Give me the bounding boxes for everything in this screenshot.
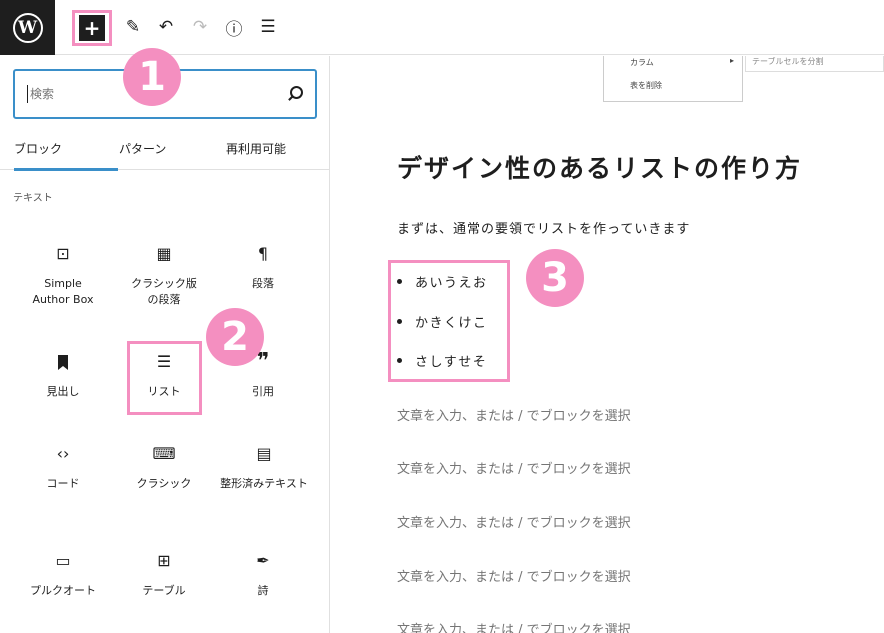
menu-item-split-cell[interactable]: テーブルセルを分割 xyxy=(745,56,884,72)
list-item[interactable]: さしすせそ xyxy=(396,351,487,370)
step-badge-2: 2 xyxy=(206,308,264,366)
block-preformatted[interactable]: ▤ 整形済みテキスト xyxy=(209,442,319,492)
empty-paragraph-placeholder[interactable]: 文章を入力、または / でブロックを選択 xyxy=(397,619,631,633)
empty-paragraph-placeholder[interactable]: 文章を入力、または / でブロックを選択 xyxy=(397,566,631,585)
search-icon[interactable] xyxy=(287,86,303,102)
block-classic-paragraph[interactable]: ▦ クラシック版 の段落 xyxy=(110,242,218,308)
redo-icon[interactable]: ↷ xyxy=(188,14,212,40)
table-options-menu: カラム ▸ 表を削除 xyxy=(603,56,743,102)
table-icon: ⊞ xyxy=(157,551,171,570)
post-title[interactable]: デザイン性のあるリストの作り方 xyxy=(397,149,802,185)
author-box-icon: ⊡ xyxy=(56,244,70,263)
block-code[interactable]: ‹› コード xyxy=(9,442,117,492)
block-heading[interactable]: 見出し xyxy=(9,350,117,400)
info-icon[interactable]: ⓘ xyxy=(222,14,246,40)
tab-blocks[interactable]: ブロック xyxy=(14,126,118,171)
block-label: 引用 xyxy=(252,385,274,398)
menu-item-columns[interactable]: カラム xyxy=(630,57,654,68)
block-inserter-panel: ブロック パターン 再利用可能 テキスト ⊡ Simple Author Box… xyxy=(0,56,330,633)
top-toolbar: W + ✎ ↶ ↷ ⓘ ☰ xyxy=(0,0,884,55)
block-label: 段落 xyxy=(252,277,274,290)
preformatted-icon: ▤ xyxy=(256,444,272,463)
block-label: 見出し xyxy=(46,385,80,398)
list-block-highlight xyxy=(127,341,202,415)
block-simple-author-box[interactable]: ⊡ Simple Author Box xyxy=(9,242,117,308)
block-label: テーブル xyxy=(142,584,186,597)
text-caret xyxy=(27,85,28,103)
inserter-tabs: ブロック パターン 再利用可能 xyxy=(0,126,330,171)
paragraph-block[interactable]: まずは、通常の要領でリストを作っていきます xyxy=(397,218,690,237)
feather-icon: ✒ xyxy=(256,551,270,570)
bookmark-icon xyxy=(9,350,117,374)
block-label: コード xyxy=(46,477,80,490)
block-label: クラシック版 の段落 xyxy=(131,277,197,306)
block-pullquote[interactable]: ▭ プルクオート xyxy=(9,549,117,599)
chevron-right-icon: ▸ xyxy=(730,56,735,65)
block-label: Simple Author Box xyxy=(32,277,94,306)
block-verse[interactable]: ✒ 詩 xyxy=(209,549,317,599)
block-label: プルクオート xyxy=(30,584,96,597)
empty-paragraph-placeholder[interactable]: 文章を入力、または / でブロックを選択 xyxy=(397,405,631,424)
list-item[interactable]: かきくけこ xyxy=(397,312,488,331)
block-label: 整形済みテキスト xyxy=(220,477,308,490)
editor-canvas: カラム ▸ 表を削除 テーブルセルを分割 デザイン性のあるリストの作り方 まずは… xyxy=(331,56,884,633)
tab-reusable[interactable]: 再利用可能 xyxy=(226,126,286,170)
pullquote-icon: ▭ xyxy=(55,551,71,570)
wordpress-logo-icon: W xyxy=(12,12,43,43)
undo-icon[interactable]: ↶ xyxy=(154,14,178,40)
step-badge-3: 3 xyxy=(526,249,584,307)
block-label: クラシック xyxy=(136,477,192,490)
block-inserter-highlight: + xyxy=(72,10,112,46)
keyboard-icon: ⌨ xyxy=(152,444,176,463)
list-view-icon[interactable]: ☰ xyxy=(256,14,280,40)
add-block-button[interactable]: + xyxy=(79,15,105,41)
block-paragraph[interactable]: ¶ 段落 xyxy=(209,242,317,292)
list-item[interactable]: あいうえお xyxy=(397,272,488,291)
block-label: 詩 xyxy=(257,584,269,597)
pencil-icon[interactable]: ✎ xyxy=(121,14,145,40)
step-badge-1: 1 xyxy=(123,48,181,106)
code-icon: ‹› xyxy=(56,444,70,463)
classic-paragraph-icon: ▦ xyxy=(156,244,172,263)
paragraph-icon: ¶ xyxy=(257,244,269,263)
empty-paragraph-placeholder[interactable]: 文章を入力、または / でブロックを選択 xyxy=(397,512,631,531)
block-classic[interactable]: ⌨ クラシック xyxy=(110,442,218,492)
empty-paragraph-placeholder[interactable]: 文章を入力、または / でブロックを選択 xyxy=(397,458,631,477)
wordpress-logo[interactable]: W xyxy=(0,0,55,55)
tab-patterns[interactable]: パターン xyxy=(119,126,166,170)
menu-item-delete-table[interactable]: 表を削除 xyxy=(630,80,662,91)
section-label-text: テキスト xyxy=(13,193,53,204)
block-table[interactable]: ⊞ テーブル xyxy=(110,549,218,599)
